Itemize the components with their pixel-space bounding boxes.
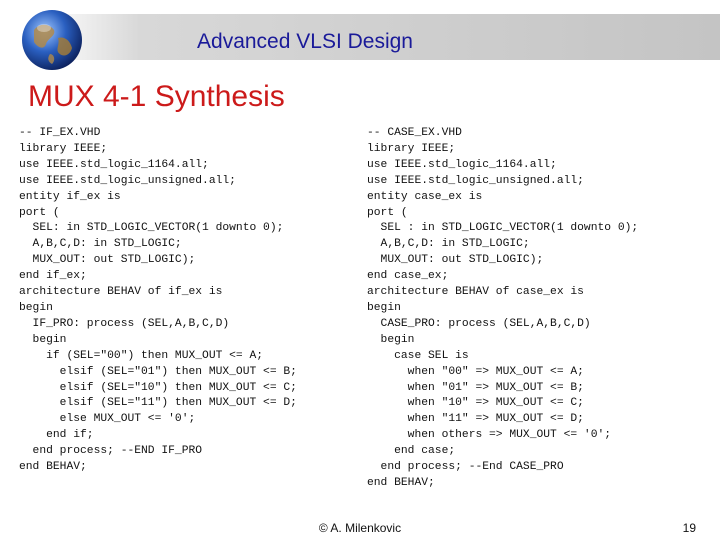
case-example-code: -- CASE_EX.VHD library IEEE; use IEEE.st… [367, 127, 639, 489]
if-example-code: -- IF_EX.VHD library IEEE; use IEEE.std_… [19, 127, 297, 474]
page-number: 19 [682, 521, 696, 535]
footer-author: © A. Milenkovic [318, 521, 402, 535]
header-title: Advanced VLSI Design [197, 30, 413, 53]
slide-title: MUX 4-1 Synthesis [28, 80, 285, 113]
